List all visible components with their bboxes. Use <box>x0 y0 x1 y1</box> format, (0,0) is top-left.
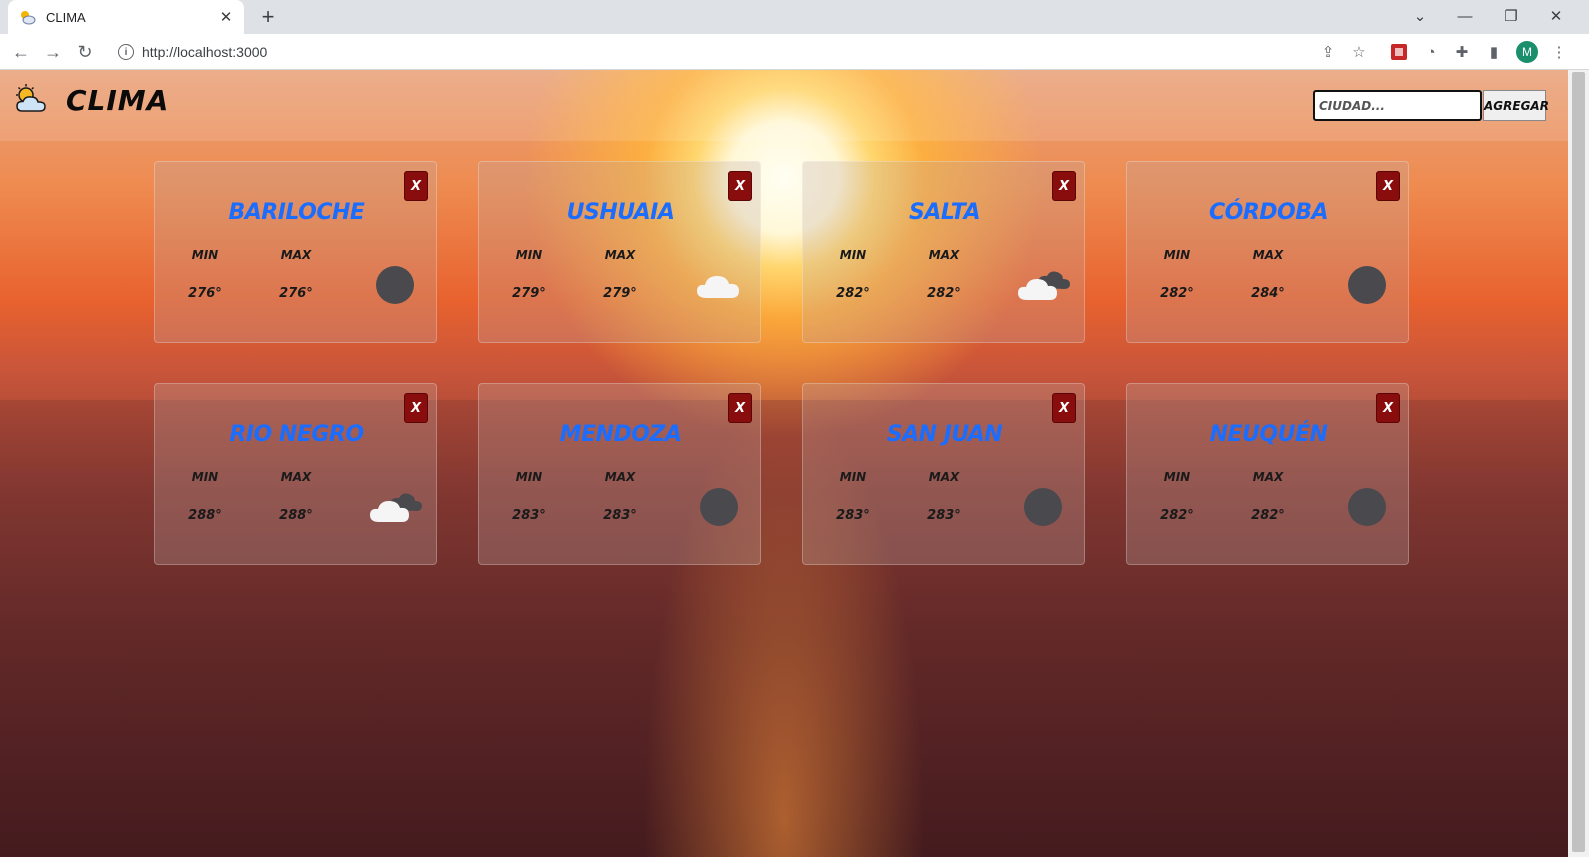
max-temp: 283° <box>927 508 961 523</box>
moon-icon <box>1013 484 1073 530</box>
browser-tab[interactable]: CLIMA ✕ <box>8 0 244 34</box>
forward-icon[interactable]: → <box>41 40 65 64</box>
scrollbar-thumb[interactable] <box>1572 72 1585 852</box>
share-icon[interactable]: ⇪ <box>1317 41 1339 63</box>
max-temp: 279° <box>603 286 637 301</box>
new-tab-icon[interactable]: + <box>256 4 280 29</box>
min-temp: 282° <box>1160 508 1194 523</box>
moon-icon <box>365 262 425 308</box>
moon-icon <box>689 484 749 530</box>
address-bar: ← → ↻ i http://localhost:3000 ⇪ ☆ ◔ ✚ ▮ … <box>0 34 1589 70</box>
app-title: CLIMA <box>66 84 170 117</box>
url-text: http://localhost:3000 <box>142 44 268 60</box>
restore-icon[interactable]: ❐ <box>1499 4 1523 28</box>
city-name: BARILOCHE <box>228 200 365 225</box>
city-name: SALTA <box>908 200 981 225</box>
max-temp: 288° <box>279 508 313 523</box>
min-label: MIN <box>191 470 219 484</box>
min-label: MIN <box>839 248 867 262</box>
bookmark-star-icon[interactable]: ☆ <box>1348 41 1370 63</box>
max-label: MAX <box>1252 248 1284 262</box>
min-temp: 276° <box>188 286 222 301</box>
min-label: MIN <box>515 470 543 484</box>
max-temp: 282° <box>927 286 961 301</box>
weather-favicon-icon <box>21 11 36 25</box>
page-scrollbar[interactable] <box>1568 70 1589 857</box>
min-temp: 282° <box>1160 286 1194 301</box>
remove-card-button[interactable]: X <box>728 171 752 201</box>
city-name: NEUQUÉN <box>1209 422 1328 447</box>
city-name: RIO NEGRO <box>229 422 364 447</box>
menu-kebab-icon[interactable]: ⋮ <box>1548 41 1570 63</box>
min-label: MIN <box>191 248 219 262</box>
min-label: MIN <box>515 248 543 262</box>
weather-card: X RIO NEGRO MIN MAX 288° 288° <box>154 383 437 565</box>
min-temp: 282° <box>836 286 870 301</box>
weather-card: X USHUAIA MIN MAX 279° 279° <box>478 161 761 343</box>
city-name: SAN JUAN <box>886 422 1003 447</box>
min-temp: 283° <box>512 508 546 523</box>
app-header: CLIMA AGREGAR <box>0 70 1568 141</box>
tab-title: CLIMA <box>46 9 86 25</box>
remove-card-button[interactable]: X <box>1376 393 1400 423</box>
min-label: MIN <box>839 470 867 484</box>
weather-card: X BARILOCHE MIN MAX 276° 276° <box>154 161 437 343</box>
close-window-icon[interactable]: ✕ <box>1544 4 1568 28</box>
moon-icon <box>1337 484 1397 530</box>
max-temp: 283° <box>603 508 637 523</box>
weather-card: X SALTA MIN MAX 282° 282° <box>802 161 1085 343</box>
clouds-icon <box>1013 262 1073 308</box>
city-search-input[interactable] <box>1313 90 1482 121</box>
max-label: MAX <box>1252 470 1284 484</box>
extension-clock-icon[interactable]: ◔ <box>1420 41 1442 63</box>
max-label: MAX <box>280 470 312 484</box>
extensions-puzzle-icon[interactable]: ✚ <box>1451 41 1473 63</box>
weather-card: X MENDOZA MIN MAX 283° 283° <box>478 383 761 565</box>
site-info-icon[interactable]: i <box>118 44 134 60</box>
reload-icon[interactable]: ↻ <box>73 40 97 64</box>
weather-card: X SAN JUAN MIN MAX 283° 283° <box>802 383 1085 565</box>
remove-card-button[interactable]: X <box>1052 393 1076 423</box>
side-panel-icon[interactable]: ▮ <box>1483 41 1505 63</box>
max-temp: 284° <box>1251 286 1285 301</box>
min-label: MIN <box>1163 248 1191 262</box>
clouds-icon <box>365 484 425 530</box>
max-label: MAX <box>280 248 312 262</box>
search-form: AGREGAR <box>1313 90 1549 121</box>
remove-card-button[interactable]: X <box>404 171 428 201</box>
remove-card-button[interactable]: X <box>404 393 428 423</box>
min-temp: 279° <box>512 286 546 301</box>
city-name: MENDOZA <box>559 422 682 447</box>
min-temp: 288° <box>188 508 222 523</box>
add-city-button[interactable]: AGREGAR <box>1483 90 1549 121</box>
tab-close-icon[interactable]: ✕ <box>218 9 234 26</box>
back-icon[interactable]: ← <box>9 40 33 64</box>
max-temp: 276° <box>279 286 313 301</box>
moon-icon <box>1337 262 1397 308</box>
minimize-icon[interactable]: — <box>1453 4 1477 28</box>
omnibox[interactable]: i http://localhost:3000 <box>108 38 1378 66</box>
max-label: MAX <box>604 470 636 484</box>
page-viewport: CLIMA AGREGAR X BARILOCHE MIN MAX 276° 276° X U… <box>0 70 1568 857</box>
max-temp: 282° <box>1251 508 1285 523</box>
min-label: MIN <box>1163 470 1191 484</box>
extension-red-icon[interactable] <box>1388 41 1410 63</box>
remove-card-button[interactable]: X <box>728 393 752 423</box>
city-name: USHUAIA <box>566 200 675 225</box>
tab-strip: CLIMA ✕ + ⌄ — ❐ ✕ <box>0 0 1589 34</box>
tab-search-icon[interactable]: ⌄ <box>1408 4 1432 28</box>
remove-card-button[interactable]: X <box>1052 171 1076 201</box>
weather-card: X CÓRDOBA MIN MAX 282° 284° <box>1126 161 1409 343</box>
city-name: CÓRDOBA <box>1208 200 1329 225</box>
max-label: MAX <box>928 248 960 262</box>
cloud-icon <box>689 262 749 308</box>
min-temp: 283° <box>836 508 870 523</box>
weather-logo-icon <box>16 84 46 112</box>
weather-card: X NEUQUÉN MIN MAX 282° 282° <box>1126 383 1409 565</box>
max-label: MAX <box>604 248 636 262</box>
max-label: MAX <box>928 470 960 484</box>
profile-avatar[interactable]: M <box>1516 41 1538 63</box>
remove-card-button[interactable]: X <box>1376 171 1400 201</box>
